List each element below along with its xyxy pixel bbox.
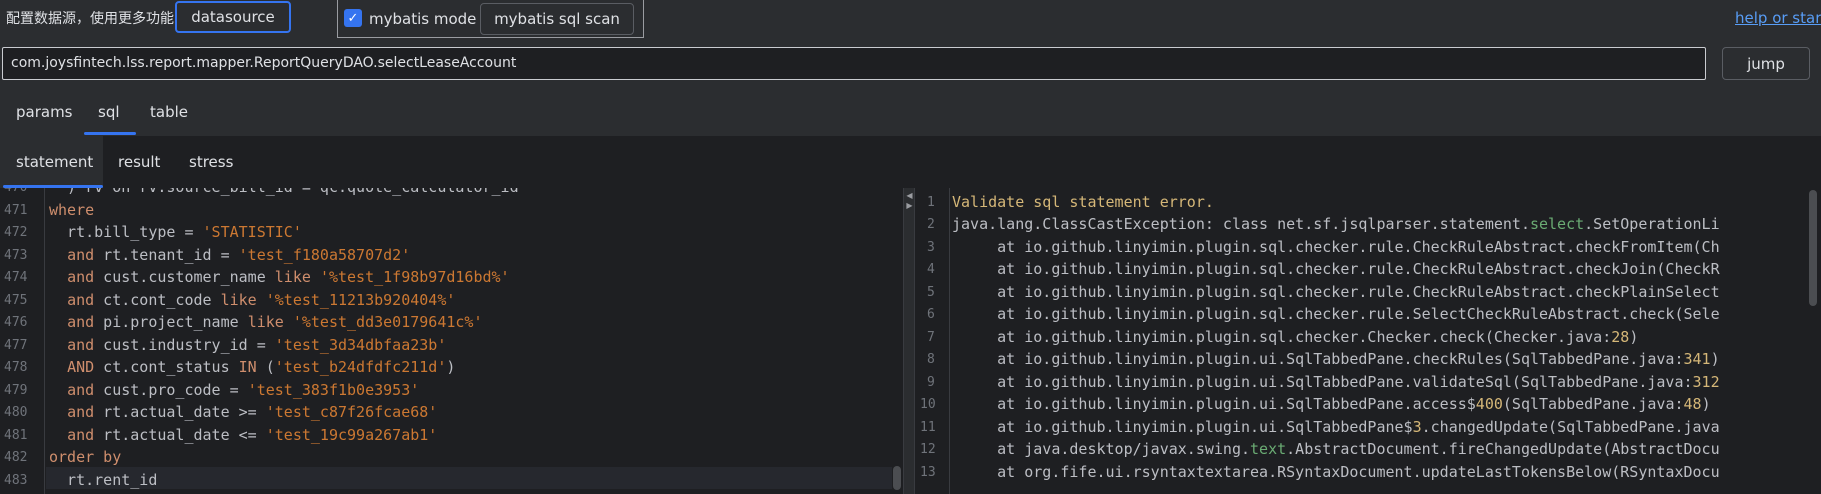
line-number: 12 (920, 442, 936, 457)
output-line: at io.github.linyimin.plugin.ui.SqlTabbe… (952, 373, 1720, 391)
code-line: AND ct.cont_status IN ('test_b24dfdfc211… (67, 358, 456, 376)
line-number: 470 (4, 188, 27, 195)
line-number: 481 (4, 428, 28, 443)
tab-sql-indicator (84, 132, 136, 135)
code-line: order by (49, 448, 122, 466)
line-number: 475 (4, 293, 28, 308)
output-line: at io.github.linyimin.plugin.sql.checker… (952, 283, 1720, 301)
tab-table[interactable]: table (150, 103, 188, 121)
output-line: at io.github.linyimin.plugin.sql.checker… (952, 328, 1639, 346)
code-line: and pi.project_name like '%test_dd3e0179… (67, 313, 483, 331)
gutter-separator (44, 188, 45, 494)
line-number-gutter: 470 471 472 473 474 475 476 477 478 479 … (0, 188, 44, 494)
code-line: and rt.actual_date >= 'test_c87f26fcae68… (67, 403, 438, 421)
subtab-stress[interactable]: stress (189, 153, 233, 171)
subtab-result[interactable]: result (118, 153, 160, 171)
line-number: 7 (927, 330, 935, 345)
tab-sql[interactable]: sql (98, 103, 120, 121)
output-line: Validate sql statement error. (952, 193, 1214, 211)
output-line: at io.github.linyimin.plugin.ui.SqlTabbe… (952, 418, 1720, 436)
jump-button[interactable]: jump (1722, 47, 1810, 80)
line-number: 6 (927, 307, 935, 322)
line-number: 3 (927, 240, 935, 255)
line-number: 474 (4, 270, 28, 285)
output-line: java.lang.ClassCastException: class net.… (952, 215, 1720, 233)
output-line: at io.github.linyimin.plugin.sql.checker… (952, 260, 1720, 278)
line-number: 473 (4, 248, 28, 263)
output-line: at io.github.linyimin.plugin.ui.SqlTabbe… (952, 350, 1720, 368)
scrollbar-thumb[interactable] (1809, 190, 1817, 306)
code-line: and cust.customer_name like '%test_1f98b… (67, 268, 510, 286)
line-number: 11 (920, 420, 936, 435)
mapper-method-input[interactable]: com.joysfintech.lss.report.mapper.Report… (2, 47, 1706, 80)
line-number: 472 (4, 225, 28, 240)
output-line: at org.fife.ui.rsyntaxtextarea.RSyntaxDo… (952, 463, 1720, 481)
line-number: 10 (920, 397, 936, 412)
output-line: at java.desktop/javax.swing.text.Abstrac… (952, 440, 1720, 458)
line-number: 13 (920, 465, 936, 480)
subtab-bar (0, 136, 1821, 188)
line-number: 471 (4, 203, 28, 218)
line-number: 8 (927, 352, 935, 367)
code-line: and cust.industry_id = 'test_3d34dbfaa23… (67, 336, 447, 354)
line-number: 9 (927, 375, 935, 390)
code-line: and rt.tenant_id = 'test_f180a58707d2' (67, 246, 411, 264)
current-line-highlight (46, 467, 893, 489)
help-link[interactable]: help or star (1735, 9, 1821, 27)
subtab-statement[interactable]: statement (16, 153, 93, 171)
code-line: where (49, 201, 95, 219)
split-pane-divider[interactable] (903, 188, 915, 494)
mybatis-mode-checkbox[interactable]: ✓ (344, 9, 362, 27)
output-line: at io.github.linyimin.plugin.ui.SqlTabbe… (952, 395, 1711, 413)
collapse-right-icon[interactable]: ▶ (905, 202, 914, 210)
line-number: 478 (4, 360, 28, 375)
code-line: and rt.actual_date <= 'test_19c99a267ab1… (67, 426, 438, 444)
line-number: 4 (927, 262, 935, 277)
line-number: 1 (927, 195, 935, 210)
validation-output-editor[interactable]: 1 2 3 4 5 6 7 8 9 10 11 12 13 Validate s… (915, 188, 1821, 494)
sql-editor-scrollbar[interactable] (892, 188, 902, 494)
mybatis-mode-label[interactable]: mybatis mode (369, 10, 476, 28)
line-number: 5 (927, 285, 935, 300)
line-number: 476 (4, 315, 28, 330)
code-line: and cust.pro_code = 'test_383f1b0e3953' (67, 381, 420, 399)
line-number: 480 (4, 405, 28, 420)
scrollbar-thumb[interactable] (893, 466, 901, 490)
tab-params[interactable]: params (16, 103, 73, 121)
sql-statement-editor[interactable]: 470 471 472 473 474 475 476 477 478 479 … (0, 188, 903, 494)
line-number: 482 (4, 450, 28, 465)
code-line: and ct.cont_code like '%test_11213b92040… (67, 291, 456, 309)
code-line: rt.rent_id (49, 471, 158, 489)
output-line: at io.github.linyimin.plugin.sql.checker… (952, 238, 1720, 256)
code-line: rt.bill_type = 'STATISTIC' (49, 223, 302, 241)
code-line: ) rv on rv.source_bill_id = qc.quote_cal… (49, 188, 519, 196)
line-number: 479 (4, 383, 28, 398)
mybatis-sql-scan-button[interactable]: mybatis sql scan (480, 3, 634, 35)
output-editor-scrollbar[interactable] (1808, 188, 1818, 494)
line-number: 477 (4, 338, 28, 353)
line-number: 483 (4, 473, 28, 488)
datasource-hint-label: 配置数据源，使用更多功能 (6, 11, 174, 27)
datasource-button[interactable]: datasource (175, 1, 291, 33)
output-line: at io.github.linyimin.plugin.sql.checker… (952, 305, 1720, 323)
line-number: 2 (927, 217, 935, 232)
check-icon: ✓ (347, 10, 359, 26)
collapse-left-icon[interactable]: ◀ (905, 192, 914, 200)
gutter-separator (949, 188, 950, 494)
line-number-gutter: 1 2 3 4 5 6 7 8 9 10 11 12 13 (915, 188, 949, 494)
